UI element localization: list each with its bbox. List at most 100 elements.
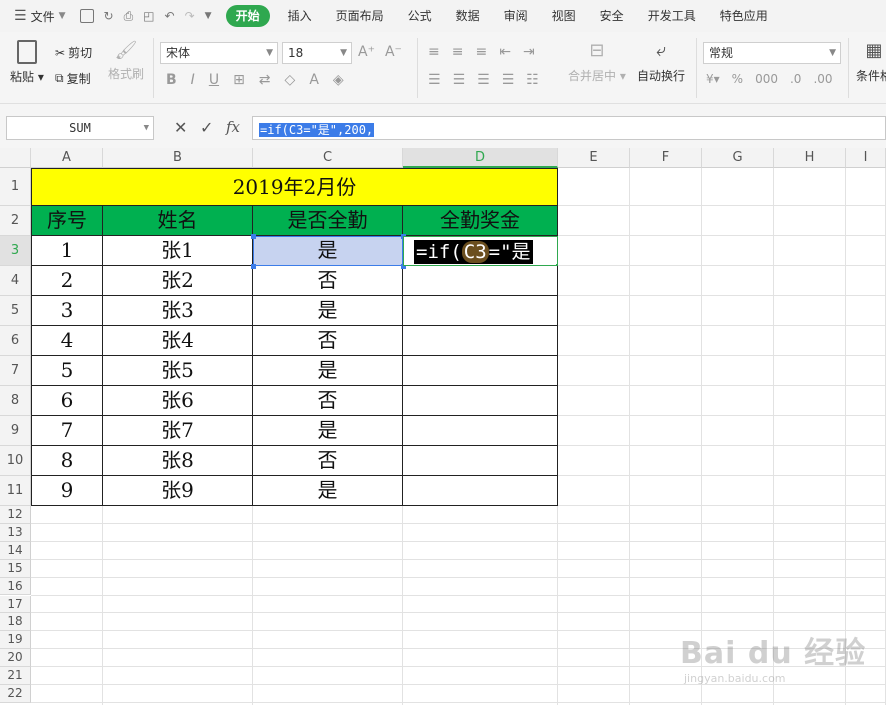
- row-header-17[interactable]: 17: [0, 595, 31, 614]
- cell-b5[interactable]: 张3: [103, 296, 253, 326]
- row-header-21[interactable]: 21: [0, 667, 31, 685]
- fill-handle[interactable]: [556, 264, 557, 265]
- row-header-20[interactable]: 20: [0, 649, 31, 668]
- header-cell-c[interactable]: 是否全勤: [253, 206, 403, 236]
- file-menu[interactable]: ☰ 文件 ▼: [0, 0, 72, 32]
- row-header-2[interactable]: 2: [0, 206, 31, 236]
- distribute-icon[interactable]: ☷: [526, 72, 539, 88]
- cell-d3-editing[interactable]: =if(C3 ="是: [403, 236, 558, 266]
- cell-d6[interactable]: [403, 326, 558, 356]
- row-header-8[interactable]: 8: [0, 386, 31, 416]
- justify-icon[interactable]: ☰: [502, 72, 515, 88]
- print-preview-icon[interactable]: ◰: [143, 9, 154, 23]
- increase-decimal-icon[interactable]: .0: [790, 72, 801, 86]
- cell-c7[interactable]: 是: [253, 356, 403, 386]
- tab-4[interactable]: 数据: [444, 0, 492, 32]
- increase-font-icon[interactable]: A⁺: [358, 44, 375, 60]
- cell-d8[interactable]: [403, 386, 558, 416]
- column-header-a[interactable]: A: [31, 148, 103, 168]
- align-top-icon[interactable]: ≡: [428, 44, 440, 60]
- column-header-e[interactable]: E: [558, 148, 630, 168]
- align-bottom-icon[interactable]: ≡: [475, 44, 487, 60]
- sheet-title-cell[interactable]: 2019年2月份: [31, 168, 558, 206]
- cell-c9[interactable]: 是: [253, 416, 403, 446]
- header-cell-d[interactable]: 全勤奖金: [403, 206, 558, 236]
- confirm-icon[interactable]: ✓: [200, 118, 213, 137]
- cell-a8[interactable]: 6: [31, 386, 103, 416]
- tab-7[interactable]: 安全: [588, 0, 636, 32]
- indent-increase-icon[interactable]: ⇥: [523, 44, 535, 60]
- row-header-14[interactable]: 14: [0, 541, 31, 560]
- row-header-13[interactable]: 13: [0, 523, 31, 542]
- cell-a7[interactable]: 5: [31, 356, 103, 386]
- cell-d9[interactable]: [403, 416, 558, 446]
- cell-a4[interactable]: 2: [31, 266, 103, 296]
- fill-color-icon[interactable]: ◇: [285, 72, 296, 88]
- cell-a10[interactable]: 8: [31, 446, 103, 476]
- underline-icon[interactable]: U: [209, 72, 219, 88]
- row-header-1[interactable]: 1: [0, 168, 31, 206]
- bold-icon[interactable]: B: [166, 72, 177, 88]
- save-icon[interactable]: [79, 9, 94, 23]
- cell-b11[interactable]: 张9: [103, 476, 253, 506]
- selection-handle[interactable]: [251, 264, 256, 269]
- merge-center-button[interactable]: ⊟ 合并居中 ▾: [568, 40, 626, 84]
- decrease-decimal-icon[interactable]: .00: [813, 72, 832, 86]
- column-header-i[interactable]: I: [846, 148, 886, 168]
- tab-5[interactable]: 审阅: [492, 0, 540, 32]
- align-right-icon[interactable]: ☰: [477, 72, 490, 88]
- cell-a9[interactable]: 7: [31, 416, 103, 446]
- cell-d5[interactable]: [403, 296, 558, 326]
- cell-a6[interactable]: 4: [31, 326, 103, 356]
- more-icon[interactable]: ▼: [205, 11, 212, 21]
- insert-function-icon[interactable]: fx: [226, 118, 240, 136]
- cell-d4[interactable]: [403, 266, 558, 296]
- row-header-9[interactable]: 9: [0, 416, 31, 446]
- clear-format-icon[interactable]: ◈: [333, 72, 344, 88]
- row-header-10[interactable]: 10: [0, 446, 31, 476]
- cell-c10[interactable]: 否: [253, 446, 403, 476]
- cell-a11[interactable]: 9: [31, 476, 103, 506]
- column-header-f[interactable]: F: [630, 148, 702, 168]
- cell-b3[interactable]: 张1: [103, 236, 253, 266]
- cut-button[interactable]: ✂ 剪切: [55, 44, 92, 61]
- cell-b8[interactable]: 张6: [103, 386, 253, 416]
- row-header-16[interactable]: 16: [0, 577, 31, 596]
- cell-d10[interactable]: [403, 446, 558, 476]
- selection-handle[interactable]: [251, 234, 256, 239]
- name-box[interactable]: SUM ▼: [6, 116, 154, 140]
- row-header-11[interactable]: 11: [0, 476, 31, 506]
- cell-c11[interactable]: 是: [253, 476, 403, 506]
- decrease-font-icon[interactable]: A⁻: [385, 44, 402, 60]
- redo-icon[interactable]: ↷: [185, 9, 195, 23]
- align-left-icon[interactable]: ☰: [428, 72, 441, 88]
- tab-9[interactable]: 特色应用: [708, 0, 780, 32]
- row-header-12[interactable]: 12: [0, 506, 31, 524]
- column-header-g[interactable]: G: [702, 148, 774, 168]
- row-header-18[interactable]: 18: [0, 613, 31, 632]
- cell-a3[interactable]: 1: [31, 236, 103, 266]
- column-header-d[interactable]: D: [403, 148, 558, 168]
- number-format-select[interactable]: 常规 ▼: [703, 42, 841, 64]
- row-header-6[interactable]: 6: [0, 326, 31, 356]
- strikethrough-icon[interactable]: ⇄: [259, 72, 271, 88]
- formula-input[interactable]: =if(C3="是",200,: [252, 116, 886, 140]
- column-header-c[interactable]: C: [253, 148, 403, 168]
- cell-b10[interactable]: 张8: [103, 446, 253, 476]
- tab-0[interactable]: 开始: [225, 5, 270, 27]
- row-header-4[interactable]: 4: [0, 266, 31, 296]
- header-cell-b[interactable]: 姓名: [103, 206, 253, 236]
- column-header-b[interactable]: B: [103, 148, 253, 168]
- tab-1[interactable]: 插入: [276, 0, 324, 32]
- row-header-15[interactable]: 15: [0, 559, 31, 578]
- row-header-7[interactable]: 7: [0, 356, 31, 386]
- copy-button[interactable]: ⧉ 复制: [55, 70, 91, 87]
- font-size-select[interactable]: 18 ▼: [282, 42, 352, 64]
- autosave-icon[interactable]: ↻: [104, 9, 114, 23]
- cell-c6[interactable]: 否: [253, 326, 403, 356]
- cell-b6[interactable]: 张4: [103, 326, 253, 356]
- paste-button[interactable]: 粘贴 ▾: [10, 40, 44, 85]
- percent-icon[interactable]: %: [732, 72, 743, 86]
- format-painter-button[interactable]: 🖌 格式刷: [108, 40, 144, 82]
- font-name-select[interactable]: 宋体 ▼: [160, 42, 278, 64]
